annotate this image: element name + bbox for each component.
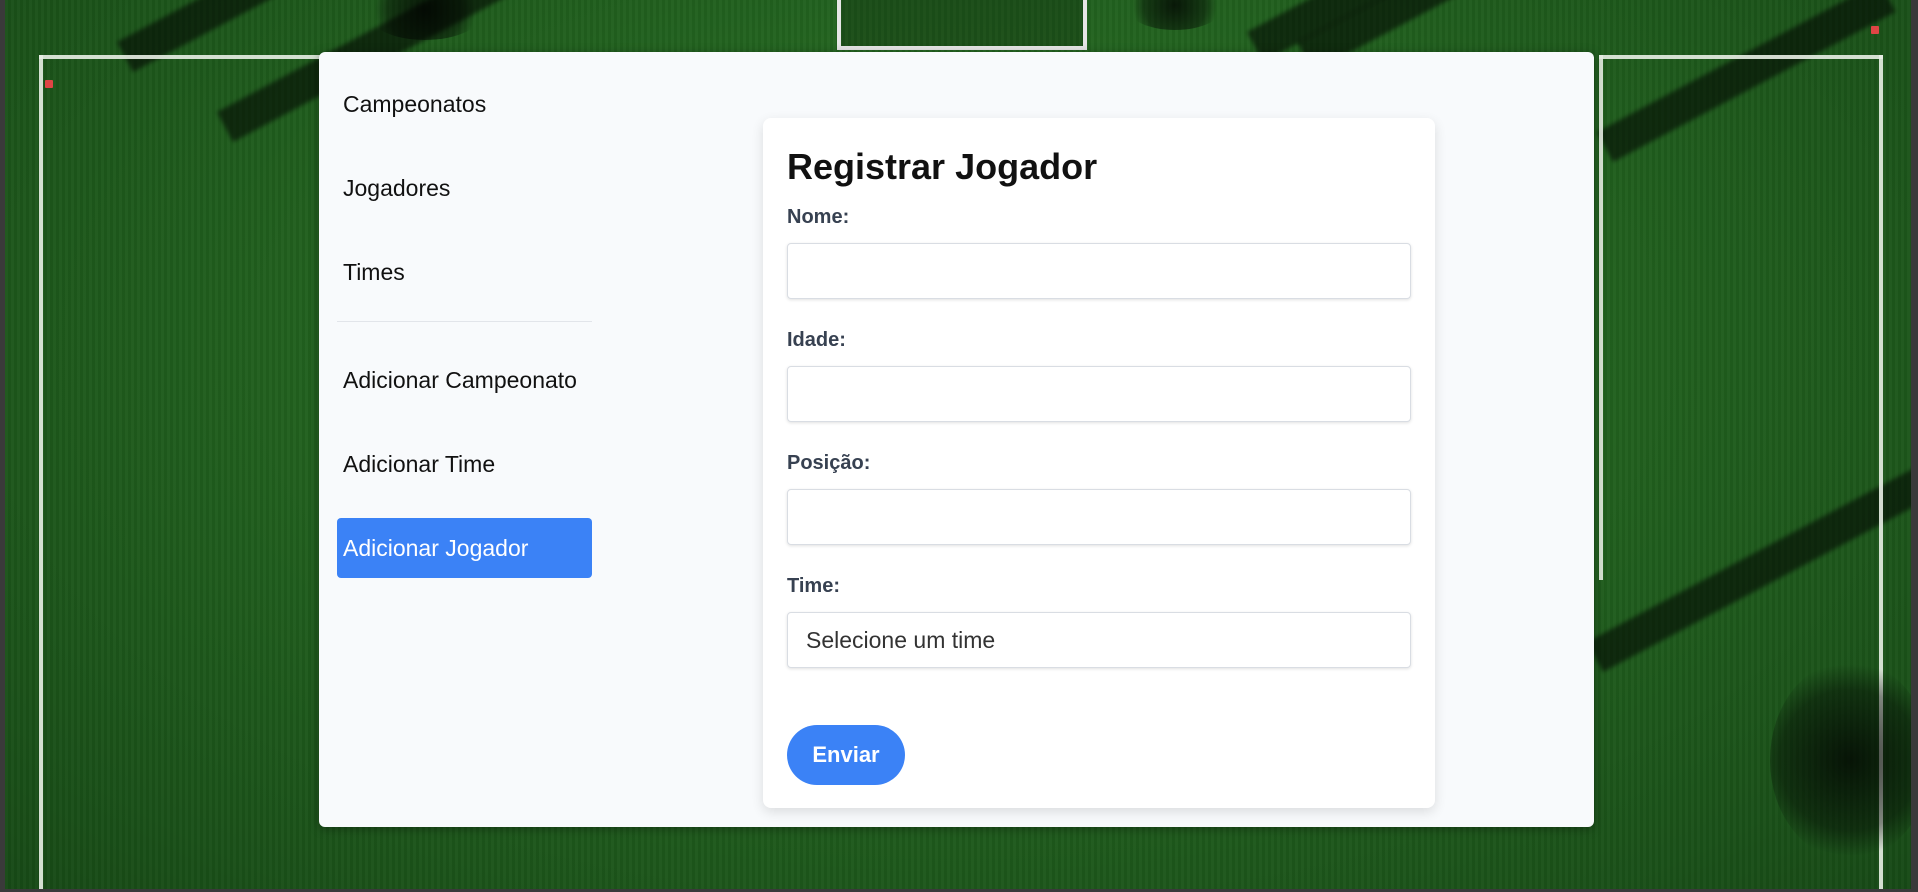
idade-input[interactable] xyxy=(787,366,1411,422)
sidebar-item-label: Campeonatos xyxy=(343,90,487,117)
time-label: Time: xyxy=(787,575,840,597)
sidebar-divider xyxy=(337,321,592,322)
submit-button[interactable]: Enviar xyxy=(787,725,905,785)
idade-label: Idade: xyxy=(787,329,846,351)
register-player-form: Registrar Jogador Nome: Idade: Posição: … xyxy=(763,118,1435,808)
sidebar-item-label: Adicionar Jogador xyxy=(343,534,529,561)
sidebar-item-jogadores[interactable]: Jogadores xyxy=(337,158,592,218)
nome-input[interactable] xyxy=(787,243,1411,299)
sidebar-item-adicionar-time[interactable]: Adicionar Time xyxy=(337,434,592,494)
posicao-input[interactable] xyxy=(787,489,1411,545)
posicao-label: Posição: xyxy=(787,452,871,474)
time-select-value: Selecione um time xyxy=(806,626,996,653)
sidebar-item-times[interactable]: Times xyxy=(337,242,592,302)
nome-label: Nome: xyxy=(787,206,850,228)
sidebar-item-adicionar-jogador[interactable]: Adicionar Jogador xyxy=(337,518,592,578)
sidebar-item-campeonatos[interactable]: Campeonatos xyxy=(337,74,592,134)
main-panel: Campeonatos Jogadores Times Adicionar Ca… xyxy=(319,52,1594,827)
sidebar-item-label: Times xyxy=(343,258,405,285)
form-title: Registrar Jogador xyxy=(787,146,1098,187)
sidebar-item-label: Adicionar Time xyxy=(343,450,496,477)
sidebar-item-label: Adicionar Campeonato xyxy=(343,366,577,393)
sidebar-item-adicionar-campeonato[interactable]: Adicionar Campeonato xyxy=(337,350,592,410)
time-select[interactable]: Selecione um time xyxy=(787,612,1411,668)
sidebar-item-label: Jogadores xyxy=(343,174,451,201)
sidebar-nav: Campeonatos Jogadores Times Adicionar Ca… xyxy=(337,74,592,602)
